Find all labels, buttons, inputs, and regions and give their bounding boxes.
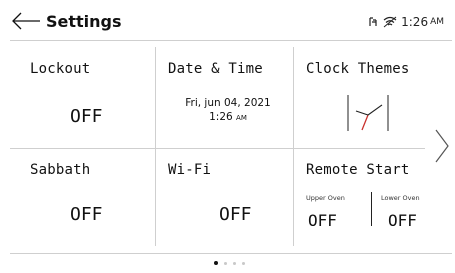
status-area: 1:26 AM <box>367 15 444 29</box>
header-bar: Settings 1:26 AM <box>10 6 452 41</box>
clock-themes-tile[interactable]: Clock Themes <box>306 47 424 147</box>
time-value-hours: 1:26 <box>209 111 233 123</box>
chevron-right-icon <box>435 129 449 163</box>
arrow-left-icon <box>12 12 40 30</box>
date-time-label: Date & Time <box>168 61 263 77</box>
lockout-tile[interactable]: Lockout OFF <box>30 47 150 147</box>
sabbath-label: Sabbath <box>30 162 91 178</box>
remote-start-tile[interactable]: Remote Start Upper Oven Lower Oven OFF O… <box>306 148 424 246</box>
clock-themes-label: Clock Themes <box>306 61 410 77</box>
footer-divider <box>10 253 452 254</box>
page-indicator <box>214 261 245 265</box>
date-time-tile[interactable]: Date & Time Fri, jun 04, 2021 1:26 AM <box>168 47 288 147</box>
wifi-value: OFF <box>219 204 252 225</box>
time-value-ampm: AM <box>236 114 247 122</box>
page-title: Settings <box>46 12 122 31</box>
time-value: 1:26 AM <box>168 111 288 123</box>
back-button[interactable] <box>10 8 44 34</box>
remote-start-label: Remote Start <box>306 162 410 178</box>
date-value: Fri, jun 04, 2021 <box>185 97 271 109</box>
settings-screen: Settings 1:26 AM Lockout OFF Date & Time… <box>0 0 455 273</box>
lockout-label: Lockout <box>30 61 91 77</box>
page-dot-2[interactable] <box>224 261 227 265</box>
settings-grid: Lockout OFF Date & Time Fri, jun 04, 202… <box>10 47 425 246</box>
page-dot-3[interactable] <box>233 261 236 265</box>
wifi-tile[interactable]: Wi-Fi OFF <box>168 148 288 246</box>
status-ampm: AM <box>430 17 444 27</box>
sabbath-value: OFF <box>70 204 103 225</box>
remote-control-icon <box>369 17 377 26</box>
upper-oven-value: OFF <box>308 211 337 230</box>
next-page-button[interactable] <box>434 128 450 168</box>
status-time: 1:26 <box>401 15 429 29</box>
lower-oven-value: OFF <box>388 211 417 230</box>
remote-start-divider <box>371 192 372 226</box>
grid-divider-v2 <box>293 47 294 246</box>
grid-divider-v1 <box>155 47 156 246</box>
page-dot-4[interactable] <box>242 261 245 265</box>
wifi-icon <box>383 16 397 28</box>
page-dot-1[interactable] <box>214 261 218 265</box>
upper-oven-label: Upper Oven <box>306 194 345 202</box>
wifi-label: Wi-Fi <box>168 162 212 178</box>
sabbath-tile[interactable]: Sabbath OFF <box>30 148 150 246</box>
lower-oven-label: Lower Oven <box>381 194 420 202</box>
lockout-value: OFF <box>70 106 103 127</box>
clock-theme-preview-icon <box>347 95 389 131</box>
